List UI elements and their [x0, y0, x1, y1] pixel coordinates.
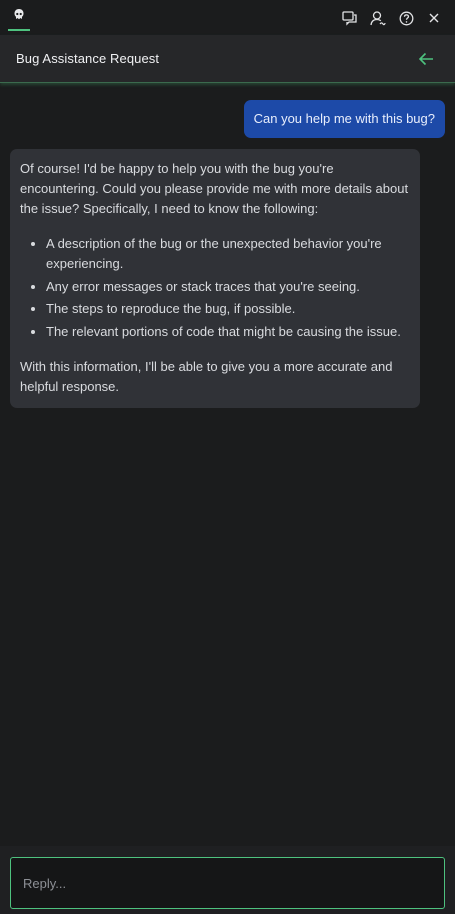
- conversation-header: Bug Assistance Request: [0, 35, 455, 83]
- help-icon[interactable]: [397, 9, 415, 27]
- top-icon-group: [341, 8, 443, 28]
- list-item: The steps to reproduce the bug, if possi…: [46, 299, 410, 319]
- user-message: Can you help me with this bug?: [243, 100, 445, 138]
- composer-area: [0, 846, 455, 914]
- app-window: Bug Assistance Request Can you help me w…: [0, 0, 455, 914]
- logo-tab[interactable]: [8, 4, 30, 31]
- chat-icon[interactable]: [341, 9, 359, 27]
- assistant-message-intro: Of course! I'd be happy to help you with…: [20, 161, 409, 216]
- list-item: A description of the bug or the unexpect…: [46, 234, 410, 274]
- conversation-title: Bug Assistance Request: [16, 51, 160, 66]
- back-button[interactable]: [417, 50, 435, 68]
- logo-icon: [14, 9, 24, 20]
- list-item: The relevant portions of code that might…: [46, 322, 410, 342]
- assistant-message-list: A description of the bug or the unexpect…: [20, 234, 410, 342]
- assistant-message: Of course! I'd be happy to help you with…: [10, 149, 420, 408]
- list-item: Any error messages or stack traces that …: [46, 277, 410, 297]
- profile-icon[interactable]: [369, 9, 387, 27]
- reply-box[interactable]: [10, 857, 445, 909]
- arrow-left-icon: [418, 52, 433, 66]
- close-icon[interactable]: [425, 9, 443, 27]
- assistant-message-outro: With this information, I'll be able to g…: [20, 358, 393, 394]
- top-bar: [0, 0, 455, 35]
- reply-input[interactable]: [23, 873, 423, 893]
